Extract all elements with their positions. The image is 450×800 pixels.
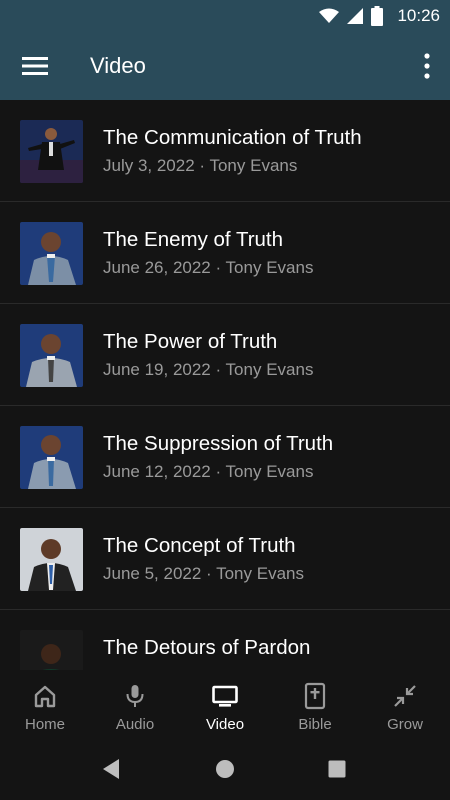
video-list-item[interactable]: The Communication of Truth July 3, 2022 … <box>0 100 450 202</box>
nav-video[interactable]: Video <box>180 670 270 740</box>
video-subtitle: June 12, 2022 · Tony Evans <box>103 462 314 481</box>
nav-home[interactable]: Home <box>0 670 90 740</box>
nav-label: Audio <box>115 716 155 733</box>
video-title: The Communication of Truth <box>103 126 362 149</box>
video-list-item[interactable]: The Concept of Truth June 5, 2022 · Tony… <box>0 508 450 610</box>
home-icon <box>34 685 56 708</box>
nav-label: Video <box>205 716 245 733</box>
video-title: The Concept of Truth <box>103 534 296 557</box>
video-subtitle: July 3, 2022 · Tony Evans <box>103 156 298 175</box>
more-options-icon[interactable] <box>422 52 432 80</box>
video-subtitle: June 5, 2022 · Tony Evans <box>103 564 304 583</box>
status-time: 10:26 <box>397 6 440 25</box>
video-thumbnail <box>20 528 83 591</box>
video-title: The Detours of Pardon <box>103 636 311 659</box>
battery-icon <box>371 6 384 26</box>
home-circle-icon[interactable] <box>215 758 235 780</box>
nav-label: Grow <box>387 716 423 733</box>
cell-signal-icon <box>347 8 364 24</box>
bottom-navigation: Home Audio Video Bible Grow <box>0 670 450 740</box>
video-thumbnail <box>20 426 83 489</box>
video-title: The Suppression of Truth <box>103 432 334 455</box>
system-navigation-bar <box>0 740 450 800</box>
nav-bible[interactable]: Bible <box>270 670 360 740</box>
video-thumbnail <box>20 630 83 670</box>
wifi-icon <box>319 8 340 23</box>
video-thumbnail <box>20 324 83 387</box>
video-thumbnail <box>20 222 83 285</box>
page-title: Video <box>90 53 146 78</box>
back-icon[interactable] <box>101 758 121 780</box>
video-list: The Communication of Truth July 3, 2022 … <box>0 100 450 670</box>
app-bar: Video <box>0 32 450 100</box>
video-title: The Enemy of Truth <box>103 228 284 251</box>
video-list-item[interactable]: The Power of Truth June 19, 2022 · Tony … <box>0 304 450 406</box>
grow-icon <box>394 685 416 707</box>
video-list-item[interactable]: The Detours of Pardon <box>0 610 450 670</box>
recents-icon[interactable] <box>327 758 347 780</box>
status-bar: 10:26 <box>0 0 450 32</box>
nav-grow[interactable]: Grow <box>360 670 450 740</box>
nav-label: Bible <box>298 716 332 733</box>
video-list-item[interactable]: The Enemy of Truth June 26, 2022 · Tony … <box>0 202 450 304</box>
video-subtitle: June 19, 2022 · Tony Evans <box>103 360 314 379</box>
nav-label: Home <box>24 716 65 733</box>
nav-audio[interactable]: Audio <box>90 670 180 740</box>
video-title: The Power of Truth <box>103 330 278 353</box>
video-subtitle: June 26, 2022 · Tony Evans <box>103 258 314 277</box>
menu-icon[interactable] <box>22 54 48 78</box>
tv-icon <box>212 685 238 707</box>
microphone-icon <box>126 685 144 707</box>
video-thumbnail <box>20 120 83 183</box>
bible-icon <box>304 682 326 710</box>
video-list-item[interactable]: The Suppression of Truth June 12, 2022 ·… <box>0 406 450 508</box>
